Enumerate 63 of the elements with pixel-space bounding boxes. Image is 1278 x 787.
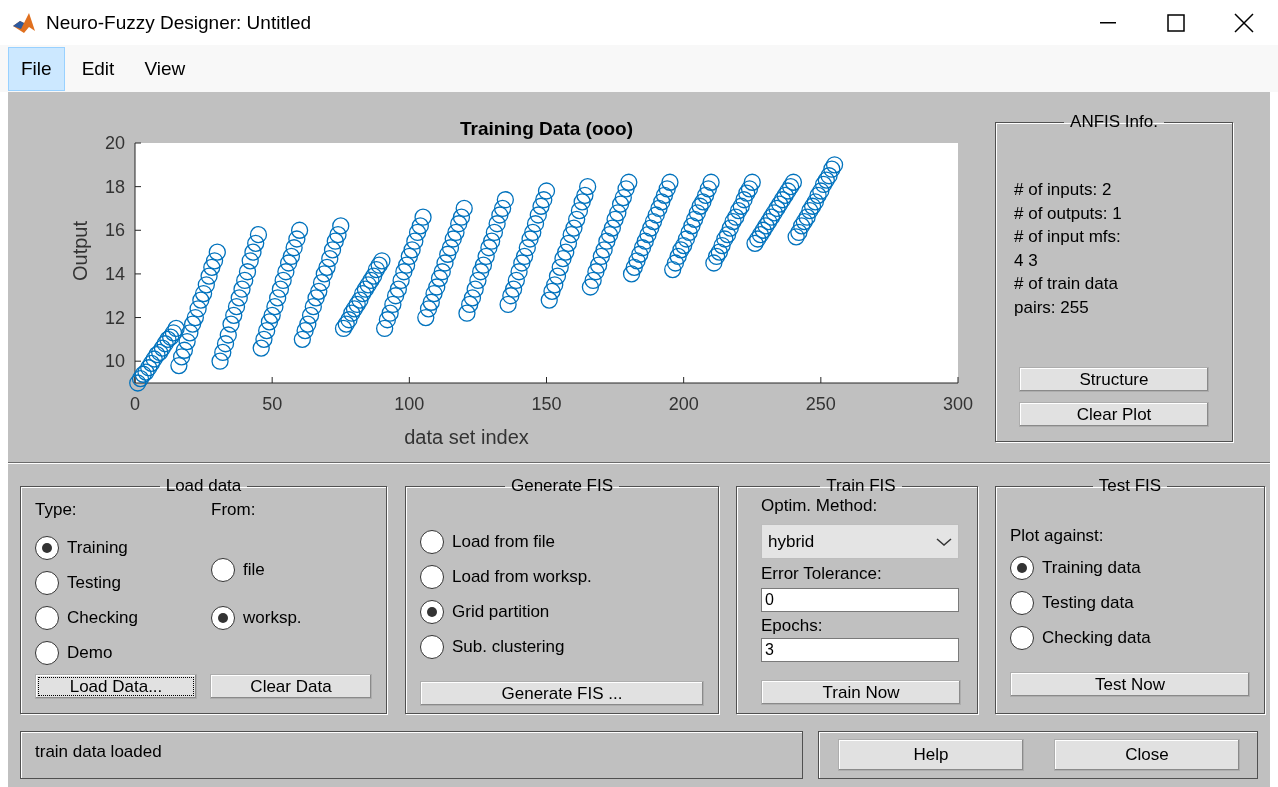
info-text: # of outputs: 1 [1014, 202, 1123, 225]
radio-option[interactable]: worksp. [211, 600, 372, 635]
plot-against-label: Plot against: [1010, 526, 1105, 546]
x-tick-label: 0 [130, 394, 140, 414]
panel-button[interactable]: Clear Plot [1019, 402, 1209, 427]
y-tick-label: 14 [104, 263, 125, 284]
info-text: 4 3 [1014, 249, 1039, 272]
panel-button[interactable]: Train Now [761, 680, 961, 705]
footer-button[interactable]: Close [1054, 739, 1240, 771]
panel-title: Load data [164, 476, 243, 496]
type-label: Type: [35, 500, 78, 520]
x-tick-label: 50 [262, 394, 283, 414]
radio-option[interactable]: Checking data [1010, 620, 1250, 655]
x-tick-label: 100 [394, 394, 425, 414]
y-tick-label: 12 [104, 307, 125, 328]
radio-option[interactable]: Checking [35, 600, 211, 635]
info-text: # of inputs: 2 [1014, 179, 1113, 201]
tolerance-label: Error Tolerance: [761, 564, 883, 584]
panel-button[interactable]: Structure [1019, 367, 1209, 392]
info-text: # of input mfs: [1014, 226, 1122, 248]
method-dropdown[interactable]: hybrid [761, 524, 959, 559]
y-tick-label: 20 [104, 133, 125, 153]
x-tick-label: 250 [805, 394, 836, 414]
radio-option[interactable]: Load from worksp. [420, 559, 704, 594]
panel-title: ANFIS Info. [1069, 112, 1159, 132]
radio-option[interactable]: file [211, 552, 372, 587]
chart-title: Training Data (ooo) [459, 118, 634, 139]
epochs-field[interactable]: 3 [761, 638, 959, 662]
menu-item[interactable]: File [8, 46, 65, 91]
panel-title: Generate FIS [509, 476, 615, 496]
x-tick-label: 300 [943, 394, 973, 414]
radio-option[interactable]: Testing [35, 565, 211, 600]
panel-button[interactable]: Load Data... [35, 674, 197, 699]
epochs-label: Epochs: [761, 616, 824, 636]
y-tick-label: 16 [104, 220, 125, 241]
y-axis-label: Output [69, 221, 91, 281]
panel-button[interactable]: Generate FIS ... [420, 681, 704, 706]
window-title: Neuro-Fuzzy Designer: Untitled [46, 11, 312, 34]
panel-title: Train FIS [825, 476, 897, 496]
footer-button[interactable]: Help [838, 739, 1024, 771]
method-label: Optim. Method: [761, 496, 879, 516]
status-message: train data loaded [20, 731, 803, 779]
panel-button[interactable]: Clear Data [210, 674, 372, 699]
x-tick-label: 150 [531, 394, 562, 414]
from-label: From: [211, 500, 257, 520]
radio-option[interactable]: Training data [1010, 550, 1250, 585]
radio-option[interactable]: Demo [35, 635, 211, 670]
info-text: # of train data [1014, 273, 1119, 295]
radio-option[interactable]: Sub. clustering [420, 629, 704, 664]
panel-button[interactable]: Test Now [1010, 672, 1250, 697]
y-tick-label: 18 [104, 176, 125, 197]
x-tick-label: 200 [668, 394, 699, 414]
menu-item[interactable]: View [131, 46, 199, 91]
radio-option[interactable]: Training [35, 530, 211, 565]
menu-item[interactable]: Edit [68, 46, 128, 91]
info-text: pairs: 255 [1014, 296, 1090, 319]
panel-title: Test FIS [1097, 476, 1163, 496]
radio-option[interactable]: Grid partition [420, 594, 704, 629]
radio-option[interactable]: Load from file [420, 524, 704, 559]
radio-option[interactable]: Testing data [1010, 585, 1250, 620]
x-axis-label: data set index [404, 426, 529, 448]
tolerance-field[interactable]: 0 [761, 588, 959, 612]
y-tick-label: 10 [104, 351, 125, 372]
